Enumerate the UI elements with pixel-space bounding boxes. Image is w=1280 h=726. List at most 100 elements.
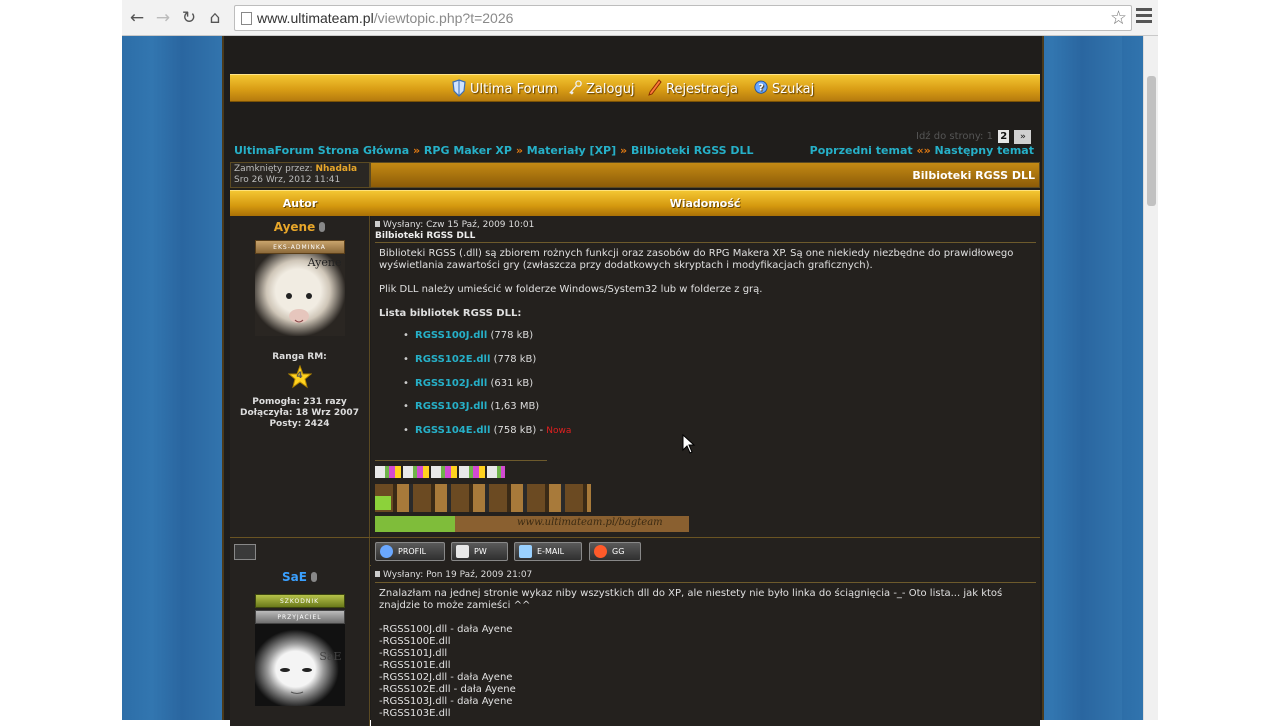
page-current: 2	[998, 130, 1010, 143]
next-page-button[interactable]: »	[1014, 130, 1032, 144]
dll-list-title: Lista bibliotek RGSS DLL:	[379, 308, 522, 319]
post-author-panel: Ayene EKS-ADMINKA Ayene Ranga RM: 4 Pomo…	[230, 216, 370, 537]
post-date: Wysłany: Pon 19 Paź, 2009 21:07	[375, 570, 532, 580]
forum-navbar: Ultima Forum Zaloguj Rejestracja ? Szukaj	[230, 74, 1040, 102]
dll-link[interactable]: RGSS102E.dll	[415, 354, 490, 365]
breadcrumb-rpg-maker-xp[interactable]: RPG Maker XP	[424, 144, 512, 157]
dll-size: (631 kB)	[490, 378, 534, 389]
url-path: /viewtopic.php?t=2026	[373, 10, 514, 26]
profile-button-label: PROFIL	[398, 547, 427, 556]
question-icon: ?	[754, 80, 768, 94]
dll-link[interactable]: RGSS102J.dll	[415, 378, 487, 389]
breadcrumb-topic[interactable]: Bilbioteki RGSS DLL	[631, 144, 754, 157]
top-arrow-icon[interactable]	[234, 544, 256, 560]
post-divider	[375, 582, 1036, 583]
dll-line: -RGSS102J.dll - dała Ayene	[379, 672, 513, 683]
rank-badge: SZKODNIK	[254, 594, 345, 608]
forward-icon[interactable]: →	[152, 7, 174, 29]
dll-line: -RGSS103J.dll - dała Ayene	[379, 696, 513, 707]
browser-toolbar: ← → ↻ ⌂ www.ultimateam.pl/viewtopic.php?…	[122, 0, 1158, 36]
author-name-link[interactable]: SaE	[282, 570, 307, 584]
dll-link[interactable]: RGSS104E.dll	[415, 425, 490, 436]
author-name: Ayene	[230, 220, 369, 234]
rank-badge-label: EKS-ADMINKA	[273, 244, 326, 251]
pm-button-label: PW	[474, 547, 487, 556]
email-button-label: E-MAIL	[537, 547, 565, 556]
offline-icon	[310, 572, 317, 582]
breadcrumb: UltimaForum Strona Główna » RPG Maker XP…	[234, 144, 754, 157]
dll-line: -RGSS103E.dll	[379, 708, 451, 719]
nav-search[interactable]: ? Szukaj	[754, 79, 814, 97]
dll-item: RGSS103J.dll (1,63 MB)	[403, 401, 539, 412]
gg-button[interactable]: GG	[589, 542, 641, 561]
joined-date: Dołączyła: 18 Wrz 2007	[240, 408, 359, 418]
locked-by-user[interactable]: Nhadala	[315, 164, 357, 174]
nav-login[interactable]: Zaloguj	[568, 79, 635, 97]
prev-topic-link[interactable]: Poprzedni temat	[810, 144, 913, 157]
dll-link[interactable]: RGSS103J.dll	[415, 401, 487, 412]
dll-item: RGSS102J.dll (631 kB)	[403, 378, 534, 389]
dll-link[interactable]: RGSS100J.dll	[415, 330, 487, 341]
rank-star-icon: 4	[287, 364, 312, 389]
post-icon	[375, 571, 380, 577]
post-body: Wysłany: Czw 15 Paź, 2009 10:01 Bilbiote…	[371, 216, 1040, 537]
home-icon[interactable]: ⌂	[204, 7, 226, 29]
back-icon[interactable]: ←	[126, 7, 148, 29]
alpaca-avatar-image	[285, 293, 312, 323]
signature-banner[interactable]: www.ultimateam.pl/bagteam	[375, 516, 689, 532]
breadcrumb-home[interactable]: UltimaForum Strona Główna	[234, 144, 409, 157]
topic-nav: Poprzedni temat «» Następny temat	[810, 144, 1034, 157]
rank-badge: EKS-ADMINKA	[254, 240, 345, 254]
post-icon	[375, 221, 380, 227]
key-icon	[569, 80, 582, 95]
nav-label: Szukaj	[772, 82, 815, 97]
page-link-1[interactable]: 1	[987, 131, 993, 142]
pagination-label: Idź do strony:	[916, 131, 984, 142]
portrait-avatar-image	[279, 668, 312, 694]
breadcrumb-separator: »	[620, 144, 628, 157]
dll-size: (758 kB) -	[493, 425, 544, 436]
post-sae: SaE SZKODNIK PRZYJACIEL SaE Wysłany: Pon…	[230, 566, 1040, 726]
rank-badge-label: SZKODNIK	[279, 598, 320, 605]
locked-date: Sro 26 Wrz, 2012 11:41	[234, 175, 341, 185]
scrollbar[interactable]	[1143, 36, 1158, 720]
url-text[interactable]: www.ultimateam.pl/viewtopic.php?t=2026	[257, 10, 513, 26]
scroll-thumb[interactable]	[1147, 76, 1156, 206]
avatar-ayene: Ayene	[254, 254, 345, 336]
dll-item: RGSS102E.dll (778 kB)	[403, 354, 536, 365]
post-ayene: Ayene EKS-ADMINKA Ayene Ranga RM: 4 Pomo…	[230, 216, 1040, 538]
bookmark-star-icon[interactable]: ☆	[1110, 7, 1127, 29]
author-name-link[interactable]: Ayene	[274, 220, 316, 234]
dll-item: RGSS100J.dll (778 kB)	[403, 330, 533, 341]
dll-line: -RGSS101E.dll	[379, 660, 451, 671]
column-header: Autor Wiadomość	[230, 190, 1040, 216]
post-divider	[375, 242, 1036, 243]
dll-item: RGSS104E.dll (758 kB) - Nowa	[403, 425, 571, 436]
post-count: Posty: 2424	[269, 419, 330, 429]
chrome-menu-icon[interactable]	[1136, 8, 1152, 26]
nav-ultima-forum[interactable]: Ultima Forum	[452, 79, 558, 97]
breadcrumb-materialy[interactable]: Materiały [XP]	[527, 144, 616, 157]
next-topic-link[interactable]: Następny temat	[935, 144, 1034, 157]
rank-value: 4	[296, 371, 303, 381]
shield-icon	[452, 79, 466, 97]
feather-icon	[519, 545, 532, 558]
email-button[interactable]: E-MAIL	[514, 542, 582, 561]
pm-button[interactable]: PW	[451, 542, 508, 561]
post-paragraph-1: Biblioteki RGSS (.dll) są zbiorem rożnyc…	[379, 248, 1014, 271]
rank-badge-label: PRZYJACIEL	[277, 614, 322, 621]
post-date-text: Wysłany: Pon 19 Paź, 2009 21:07	[383, 570, 533, 580]
signature-divider	[375, 460, 547, 461]
avatar-sae: SaE	[254, 624, 345, 706]
reload-icon[interactable]: ↻	[178, 7, 200, 29]
topic-title-bar: Bilbioteki RGSS DLL	[370, 162, 1040, 188]
rank-label: Ranga RM:	[272, 352, 327, 362]
address-bar[interactable]: www.ultimateam.pl/viewtopic.php?t=2026 ☆	[234, 5, 1132, 31]
breadcrumb-separator: »	[515, 144, 523, 157]
envelope-icon	[456, 545, 469, 558]
post-actions-right: PROFIL PW E-MAIL GG	[371, 538, 1040, 566]
pencil-icon	[648, 79, 662, 96]
profile-button[interactable]: PROFIL	[375, 542, 445, 561]
nav-register[interactable]: Rejestracja	[648, 79, 738, 97]
svg-text:?: ?	[758, 83, 764, 94]
